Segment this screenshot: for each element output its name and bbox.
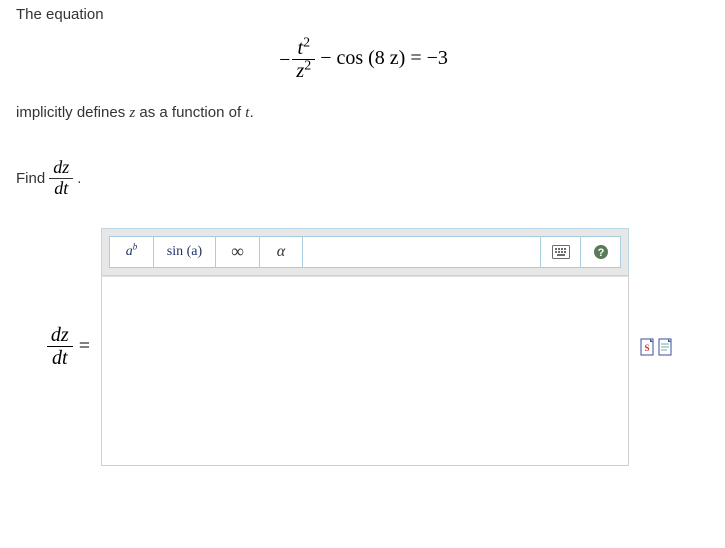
toolbar-spacer	[303, 236, 541, 268]
math-input[interactable]	[101, 276, 629, 466]
svg-text:S: S	[644, 343, 649, 353]
implicit-sentence: implicitly defines z as a function of t.	[16, 104, 709, 122]
infinity-button[interactable]: ∞	[215, 236, 259, 268]
svg-text:?: ?	[597, 247, 604, 259]
answer-lhs: dz dt =	[16, 324, 90, 369]
script-doc-button[interactable]: S	[640, 338, 656, 356]
derivative-dz-dt: dz dt	[49, 158, 73, 199]
equation-rest: − cos (8 z) = −3	[315, 47, 448, 69]
toolbar-area: ab sin (a) ∞ α	[101, 228, 629, 276]
find-instruction: Find dz dt .	[16, 158, 709, 199]
answer-row: dz dt = ab sin (a) ∞ α	[16, 227, 709, 467]
alpha-button[interactable]: α	[259, 236, 303, 268]
displayed-equation: − t2 z2 − cos (8 z) = −3	[16, 37, 709, 82]
keyboard-icon	[552, 245, 570, 259]
problem-page: The equation − t2 z2 − cos (8 z) = −3 im…	[0, 0, 725, 467]
document-script-icon: S	[640, 338, 656, 356]
trig-button[interactable]: sin (a)	[153, 236, 215, 268]
page-doc-button[interactable]	[658, 338, 674, 356]
find-label: Find	[16, 170, 45, 187]
document-page-icon	[658, 338, 674, 356]
help-icon: ?	[593, 244, 609, 260]
lhs-fraction: dz dt	[47, 324, 73, 369]
power-button[interactable]: ab	[109, 236, 153, 268]
editor-toolbar: ab sin (a) ∞ α	[109, 236, 621, 268]
intro-text: The equation	[16, 6, 709, 23]
math-editor: ab sin (a) ∞ α	[100, 227, 630, 467]
keyboard-button[interactable]	[541, 236, 581, 268]
side-icons: S	[640, 338, 674, 356]
equation-fraction: t2 z2	[292, 37, 315, 82]
editor-wrap: ab sin (a) ∞ α	[100, 227, 630, 467]
equals-sign: =	[79, 335, 90, 358]
help-button[interactable]: ?	[581, 236, 621, 268]
